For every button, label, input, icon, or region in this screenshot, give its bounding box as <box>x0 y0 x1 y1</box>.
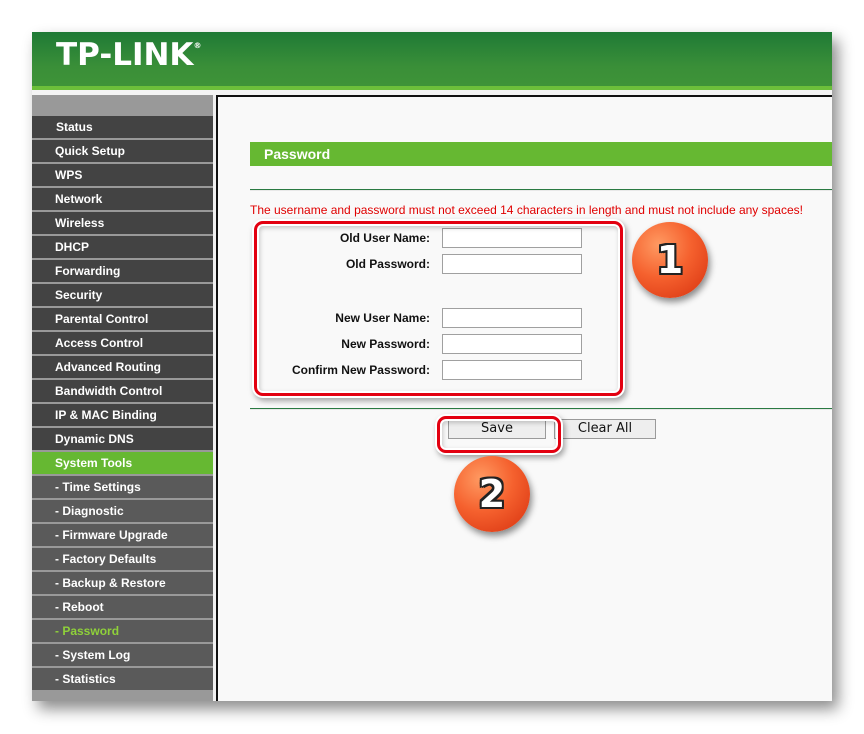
warning-message: The username and password must not excee… <box>250 203 803 217</box>
divider-shadow <box>250 190 832 191</box>
sidebar-item-ip-and-mac-binding[interactable]: IP & MAC Binding <box>32 404 213 426</box>
sidebar-item-security[interactable]: Security <box>32 284 213 306</box>
tp-link-logo: TP-LINK® <box>56 37 202 73</box>
sidebar-item-advanced-routing[interactable]: Advanced Routing <box>32 356 213 378</box>
sidebar-item-parental-control[interactable]: Parental Control <box>32 308 213 330</box>
step-1-badge: 1 <box>632 222 708 298</box>
step-2-badge: 2 <box>454 456 530 532</box>
sidebar-item-status[interactable]: Status <box>32 116 213 138</box>
form-highlight-frame <box>254 221 623 396</box>
sidebar-item-bandwidth-control[interactable]: Bandwidth Control <box>32 380 213 402</box>
sidebar-item-wps[interactable]: WPS <box>32 164 213 186</box>
sidebar-item-dynamic-dns[interactable]: Dynamic DNS <box>32 428 213 450</box>
sidebar-item-access-control[interactable]: Access Control <box>32 332 213 354</box>
sidebar-item-backup-and-restore[interactable]: - Backup & Restore <box>32 572 213 594</box>
sidebar-item-wireless[interactable]: Wireless <box>32 212 213 234</box>
sidebar-item-time-settings[interactable]: - Time Settings <box>32 476 213 498</box>
sidebar-item-diagnostic[interactable]: - Diagnostic <box>32 500 213 522</box>
sidebar-item-statistics[interactable]: - Statistics <box>32 668 213 690</box>
save-highlight-frame <box>437 416 561 453</box>
sidebar-item-system-tools[interactable]: System Tools <box>32 452 213 474</box>
main-content: Password The username and password must … <box>218 97 832 701</box>
sidebar-item-network[interactable]: Network <box>32 188 213 210</box>
sidebar-item-factory-defaults[interactable]: - Factory Defaults <box>32 548 213 570</box>
page-title: Password <box>250 142 832 166</box>
clear-all-button[interactable]: Clear All <box>554 419 656 439</box>
sidebar-item-firmware-upgrade[interactable]: - Firmware Upgrade <box>32 524 213 546</box>
sidebar-menu: Status Quick Setup WPS Network Wireless DHCP F… <box>32 116 213 692</box>
sidebar-item-password[interactable]: - Password <box>32 620 213 642</box>
sidebar-item-dhcp[interactable]: DHCP <box>32 236 213 258</box>
divider-shadow <box>250 409 832 410</box>
header-banner: TP-LINK® <box>32 32 832 90</box>
sidebar-item-reboot[interactable]: - Reboot <box>32 596 213 618</box>
sidebar: Status Quick Setup WPS Network Wireless DHCP F… <box>32 95 213 701</box>
sidebar-item-quick-setup[interactable]: Quick Setup <box>32 140 213 162</box>
sidebar-item-system-log[interactable]: - System Log <box>32 644 213 666</box>
sidebar-item-forwarding[interactable]: Forwarding <box>32 260 213 282</box>
